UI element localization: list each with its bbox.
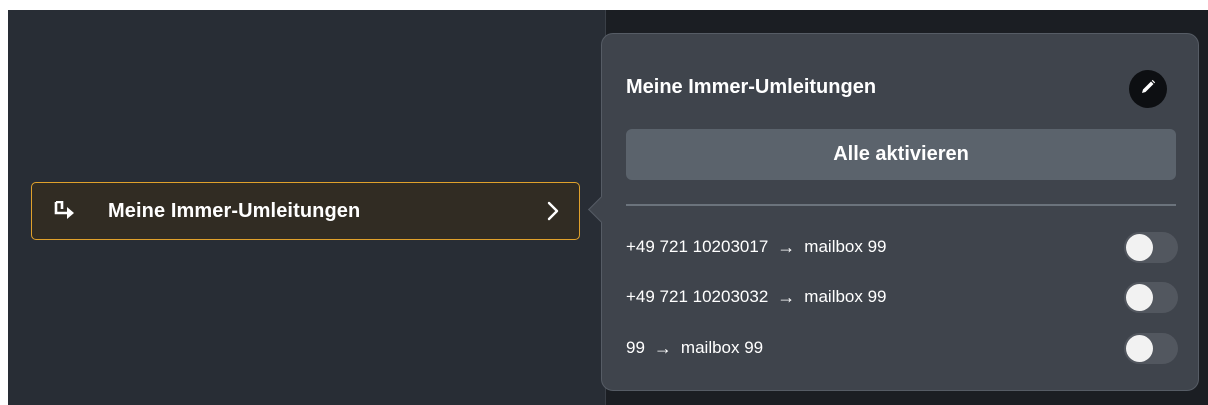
nav-item-label: Meine Immer-Umleitungen	[108, 199, 361, 222]
nav-item-immer-umleitungen[interactable]: Meine Immer-Umleitungen	[31, 182, 580, 240]
popover-title: Meine Immer-Umleitungen	[626, 76, 877, 98]
forwarding-rule-row: +49 721 10203032 → mailbox 99	[626, 280, 1178, 314]
arrow-right-icon: →	[777, 236, 796, 257]
divider	[626, 204, 1176, 206]
rule-source: +49 721 10203017	[626, 237, 769, 256]
forwarding-rule-row: +49 721 10203017 → mailbox 99	[626, 230, 1178, 264]
app-frame: Meine Immer-Umleitungen Meine Immer-Umle…	[8, 10, 1208, 405]
rule-toggle[interactable]	[1124, 282, 1178, 313]
call-forward-icon	[54, 200, 76, 222]
rule-target: mailbox 99	[804, 237, 887, 256]
toggle-knob	[1126, 335, 1153, 362]
rule-source: 99	[626, 338, 645, 357]
left-pane: Meine Immer-Umleitungen	[8, 10, 605, 405]
edit-button[interactable]	[1129, 70, 1167, 108]
forwarding-rule-row: 99 → mailbox 99	[626, 331, 1178, 365]
chevron-right-icon	[543, 201, 563, 221]
rule-text: +49 721 10203032 → mailbox 99	[626, 287, 887, 308]
rule-text: 99 → mailbox 99	[626, 338, 763, 359]
arrow-right-icon: →	[777, 286, 796, 307]
rule-target: mailbox 99	[680, 338, 764, 357]
pencil-icon	[1140, 79, 1156, 100]
rule-toggle[interactable]	[1124, 232, 1178, 263]
rule-toggle[interactable]	[1124, 333, 1178, 364]
rule-target: mailbox 99	[804, 287, 887, 306]
rule-text: +49 721 10203017 → mailbox 99	[626, 237, 887, 258]
forwarding-popover: Meine Immer-Umleitungen Alle aktivieren …	[588, 33, 1199, 391]
toggle-knob	[1126, 284, 1153, 311]
rule-source: +49 721 10203032	[626, 287, 769, 306]
toggle-knob	[1126, 234, 1153, 261]
arrow-right-icon: →	[653, 337, 672, 358]
activate-all-button[interactable]: Alle aktivieren	[626, 129, 1176, 180]
